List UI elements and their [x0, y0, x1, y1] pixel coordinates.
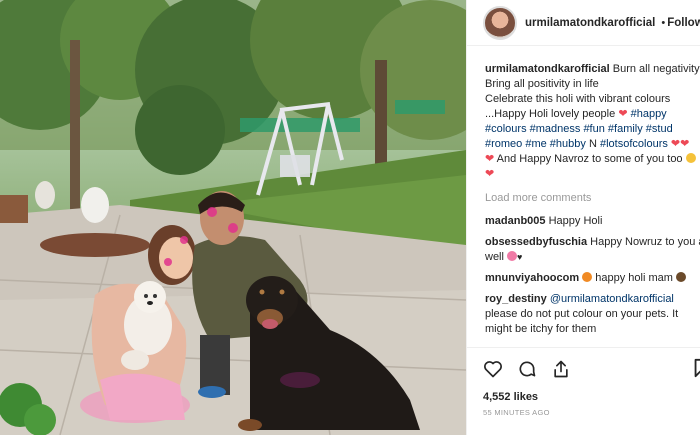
red-heart-emoji-icon: ❤	[618, 108, 628, 120]
comment-item: obsessedbyfuschia Happy Nowruz to you as…	[485, 235, 700, 265]
comment-text: happy holi mam	[595, 272, 673, 284]
share-icon[interactable]	[551, 359, 571, 379]
hashtag-links-line-6[interactable]: #romeo #me #hubby	[485, 138, 586, 150]
bookmark-icon[interactable]	[693, 358, 700, 378]
comment-text: please do not put colour on your pets. I…	[485, 308, 679, 335]
comment-mention-link[interactable]: @urmilamatondkarofficial	[550, 293, 674, 305]
post-actions: 4,552 likes 55 MINUTES AGO	[467, 347, 700, 417]
comment-icon[interactable]	[517, 359, 537, 379]
comment-username[interactable]: roy_destiny	[485, 293, 547, 305]
hashtag-links-line-5[interactable]: #colours #madness #fun #family #stud	[485, 122, 700, 137]
action-icons	[483, 358, 700, 380]
caption-username[interactable]: urmilamatondkarofficial	[485, 63, 610, 75]
fire-emoji-icon	[582, 272, 593, 282]
red-heart-emoji-icon: ❤❤	[670, 138, 690, 150]
hashtag-link[interactable]: #happy	[631, 108, 667, 120]
comment-item: mnunviyahoocom happy holi mam	[485, 271, 700, 286]
flower-emoji-icon	[507, 251, 518, 261]
post-side-panel: urmilamatondkarofficial • Follow urmilam…	[466, 0, 700, 435]
caption-line-6-text: N	[588, 138, 597, 150]
hashtag-link-lotsofcolours[interactable]: #lotsofcolours	[600, 138, 668, 150]
likes-count[interactable]: 4,552 likes	[483, 391, 700, 403]
heart-emoji-icon: ♥	[517, 252, 523, 262]
comment-username[interactable]: mnunviyahoocom	[485, 272, 579, 284]
comment-item: madanb005 Happy Holi	[485, 214, 700, 229]
post-photo[interactable]	[0, 0, 466, 435]
smile-emoji-icon	[685, 153, 696, 163]
comment-item: roy_destiny @urmilamatondkarofficial ple…	[485, 292, 685, 337]
post-author-username[interactable]: urmilamatondkarofficial	[525, 17, 655, 29]
emoji-icon	[675, 272, 686, 282]
comment-username[interactable]: obsessedbyfuschia	[485, 236, 587, 248]
comment-text: Happy Holi	[548, 215, 603, 227]
caption-line-4: ...Happy Holi lovely people	[485, 108, 616, 120]
heart-icon[interactable]	[483, 359, 503, 379]
caption-line-3: Celebrate this holi with vibrant colours	[485, 93, 671, 105]
post-timestamp: 55 MINUTES AGO	[483, 408, 550, 417]
caption-line-2: Bring all positivity in life	[485, 78, 599, 90]
follow-button[interactable]: Follow	[667, 17, 700, 29]
separator-dot: •	[661, 16, 666, 29]
comments-section: urmilamatondkarofficial Burn all negativ…	[467, 46, 700, 337]
avatar[interactable]	[483, 5, 517, 40]
red-heart-emoji-icon: ❤	[485, 168, 495, 180]
load-more-comments-button[interactable]: Load more comments	[485, 191, 700, 206]
post-caption: urmilamatondkarofficial Burn all negativ…	[485, 62, 700, 182]
comment-username[interactable]: madanb005	[485, 215, 546, 227]
caption-line-7: And Happy Navroz to some of you too	[496, 153, 683, 165]
red-heart-emoji-icon: ❤	[485, 153, 495, 165]
holi-photo-illustration	[0, 0, 466, 435]
caption-line-1: Burn all negativity	[612, 63, 700, 75]
post-header: urmilamatondkarofficial • Follow	[467, 0, 700, 46]
